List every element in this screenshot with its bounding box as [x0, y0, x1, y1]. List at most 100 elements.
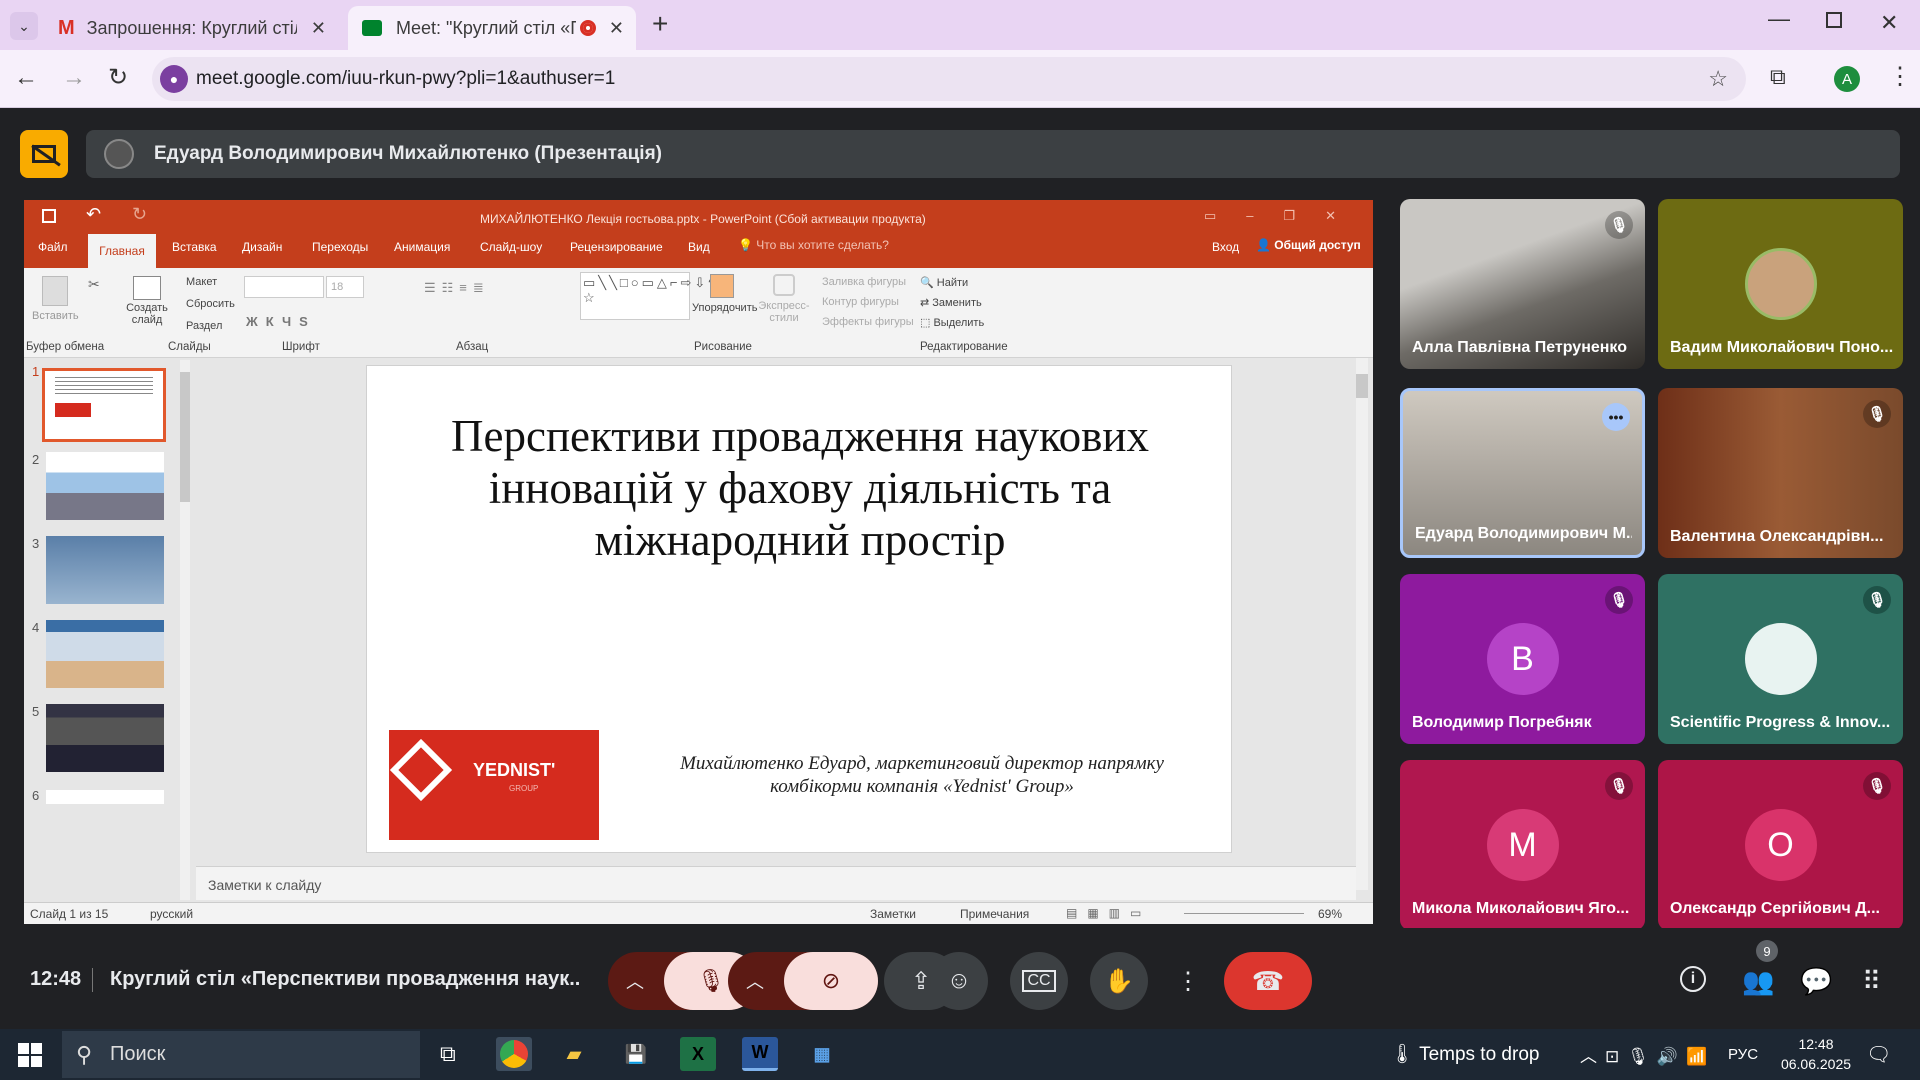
shape-outline-button[interactable]: Контур фигуры: [822, 296, 899, 308]
express-styles-button[interactable]: Экспресс-стили: [758, 274, 810, 324]
taskbar-search-box[interactable]: ⚲ Поиск: [62, 1031, 420, 1078]
presentation-icon[interactable]: [20, 130, 68, 178]
find-button[interactable]: 🔍 Найти: [920, 276, 968, 289]
thumbnail-scrollbar[interactable]: [180, 360, 190, 900]
url-field[interactable]: ● meet.google.com/iuu-rkun-pwy?pli=1&aut…: [152, 57, 1746, 101]
chat-icon[interactable]: 💬: [1800, 966, 1832, 997]
people-icon[interactable]: 👥: [1742, 966, 1774, 997]
participant-tile[interactable]: 🎙 M Микола Миколайович Яго...: [1400, 760, 1645, 930]
notifications-icon[interactable]: 🗨: [1866, 1042, 1891, 1067]
activities-icon[interactable]: ⠿: [1862, 966, 1881, 997]
font-name-field[interactable]: [244, 276, 324, 298]
audio-options-chevron-icon[interactable]: ︿: [626, 968, 644, 994]
calculator-icon[interactable]: ▦: [804, 1037, 840, 1071]
redo-icon[interactable]: ↻: [132, 204, 147, 225]
slide-thumbnail-6[interactable]: [46, 790, 164, 804]
video-options-chevron-icon[interactable]: ︿: [746, 968, 764, 994]
tab-search-icon[interactable]: ⌄: [10, 12, 38, 40]
camera-off-button[interactable]: ⊘: [784, 952, 878, 1010]
participant-tile[interactable]: 🎙 О Олександр Сергійович Д...: [1658, 760, 1903, 930]
raise-hand-button[interactable]: ✋: [1090, 952, 1148, 1010]
save-app-icon[interactable]: 💾: [618, 1037, 654, 1071]
arrange-button[interactable]: Упорядочить: [692, 274, 757, 314]
back-icon[interactable]: ←: [14, 64, 38, 92]
section-button[interactable]: Раздел: [186, 320, 222, 332]
notes-toggle-button[interactable]: Заметки: [870, 907, 916, 921]
close-window-button[interactable]: ✕: [1880, 10, 1898, 36]
notes-pane[interactable]: Заметки к слайду: [196, 866, 1356, 900]
slide-author[interactable]: Михайлютенко Едуард, маркетинговий дирек…: [637, 752, 1207, 798]
zoom-slider[interactable]: [1184, 913, 1304, 914]
slide-thumbnail-3[interactable]: [46, 536, 164, 604]
captions-button[interactable]: CC: [1010, 952, 1068, 1010]
ppt-tab-design[interactable]: Дизайн: [242, 240, 282, 254]
tab-meet[interactable]: Meet: "Круглий стіл «Перс ✕: [348, 6, 636, 50]
participant-tile[interactable]: 🎙 Валентина Олександрівн...: [1658, 388, 1903, 558]
slide-canvas[interactable]: Перспективи провадження наукових інновац…: [366, 365, 1232, 853]
tell-me-field[interactable]: 💡 Что вы хотите сделать?: [738, 238, 889, 252]
slide-thumbnail-2[interactable]: [46, 452, 164, 520]
restore-button[interactable]: [1826, 12, 1842, 28]
font-size-field[interactable]: 18: [326, 276, 364, 298]
ppt-tab-review[interactable]: Рецензирование: [570, 240, 663, 254]
replace-button[interactable]: ⇄ Заменить: [920, 296, 982, 309]
profile-avatar[interactable]: A: [1834, 66, 1860, 92]
tab-gmail[interactable]: M Запрошення: Круглий стіл «Пе ✕: [44, 6, 340, 50]
tray-icons[interactable]: ︿⊡🎙🔊📶: [1580, 1042, 1715, 1067]
participant-tile[interactable]: Вадим Миколайович Поно...: [1658, 199, 1903, 369]
ppt-tab-animation[interactable]: Анимация: [394, 240, 450, 254]
excel-icon[interactable]: X: [680, 1037, 716, 1071]
more-options-icon[interactable]: •••: [1602, 403, 1630, 431]
ppt-tab-transitions[interactable]: Переходы: [312, 240, 368, 254]
shapes-gallery[interactable]: ▭╲╲□○▭△⌐⇨⇩↷{}☆: [580, 272, 734, 320]
participant-tile[interactable]: 🎙 Алла Павлівна Петруненко: [1400, 199, 1645, 369]
star-icon[interactable]: ☆: [1708, 66, 1728, 92]
forward-icon[interactable]: →: [62, 64, 86, 92]
chrome-taskbar-icon[interactable]: [496, 1037, 532, 1071]
input-language[interactable]: РУС: [1728, 1046, 1758, 1063]
new-slide-button[interactable]: Создать слайд: [124, 276, 170, 326]
shape-fill-button[interactable]: Заливка фигуры: [822, 276, 906, 288]
close-icon[interactable]: ✕: [311, 18, 326, 39]
shape-effects-button[interactable]: Эффекты фигуры: [822, 316, 914, 328]
signin-link[interactable]: Вход: [1212, 240, 1239, 254]
slide-thumbnail-1[interactable]: [42, 368, 166, 442]
ppt-tab-home[interactable]: Главная: [88, 234, 156, 268]
participant-tile[interactable]: 🎙 В Володимир Погребняк: [1400, 574, 1645, 744]
emoji-button[interactable]: ☺: [930, 952, 988, 1010]
ppt-tab-view[interactable]: Вид: [688, 240, 710, 254]
paste-button[interactable]: Вставить: [32, 276, 79, 322]
meeting-info-icon[interactable]: i: [1680, 966, 1706, 992]
word-icon[interactable]: W: [742, 1037, 778, 1071]
slide-thumbnail-4[interactable]: [46, 620, 164, 688]
leave-call-button[interactable]: ☎: [1224, 952, 1312, 1010]
slide-thumbnail-5[interactable]: [46, 704, 164, 772]
reload-icon[interactable]: ↻: [108, 63, 128, 92]
participant-tile[interactable]: 🎙 Scientific Progress & Innov...: [1658, 574, 1903, 744]
comments-toggle-button[interactable]: Примечания: [960, 907, 1029, 921]
slide-title[interactable]: Перспективи провадження наукових інновац…: [367, 410, 1233, 566]
view-buttons[interactable]: ▤▦▥▭: [1066, 906, 1151, 920]
close-icon[interactable]: ✕: [609, 18, 624, 39]
site-info-icon[interactable]: ●: [160, 65, 188, 93]
language-indicator[interactable]: русский: [150, 907, 193, 921]
font-format-icons[interactable]: ЖКЧS: [246, 314, 316, 329]
reset-button[interactable]: Сбросить: [186, 298, 235, 310]
task-view-icon[interactable]: ⧉: [440, 1041, 456, 1067]
menu-icon[interactable]: ⋮: [1888, 62, 1912, 91]
extensions-icon[interactable]: ⧉: [1770, 64, 1786, 90]
zoom-level[interactable]: 69%: [1318, 907, 1342, 921]
windows-start-icon[interactable]: [18, 1043, 42, 1067]
clock[interactable]: 12:48 06.06.2025: [1776, 1034, 1856, 1074]
ppt-tab-file[interactable]: Файл: [38, 240, 68, 254]
more-options-button[interactable]: ⋮: [1166, 952, 1210, 1010]
ppt-tab-insert[interactable]: Вставка: [172, 240, 217, 254]
cut-icon[interactable]: ✂: [88, 276, 100, 293]
participant-tile-active[interactable]: ••• Едуард Володимирович М...: [1400, 388, 1645, 558]
layout-button[interactable]: Макет: [186, 276, 217, 288]
save-icon[interactable]: [42, 209, 56, 223]
weather-widget[interactable]: 🌡 Temps to drop: [1390, 1042, 1539, 1066]
ppt-window-controls[interactable]: ▭–❐✕: [1204, 208, 1366, 224]
undo-icon[interactable]: ↶: [86, 204, 101, 225]
minimize-button[interactable]: —: [1768, 6, 1790, 32]
